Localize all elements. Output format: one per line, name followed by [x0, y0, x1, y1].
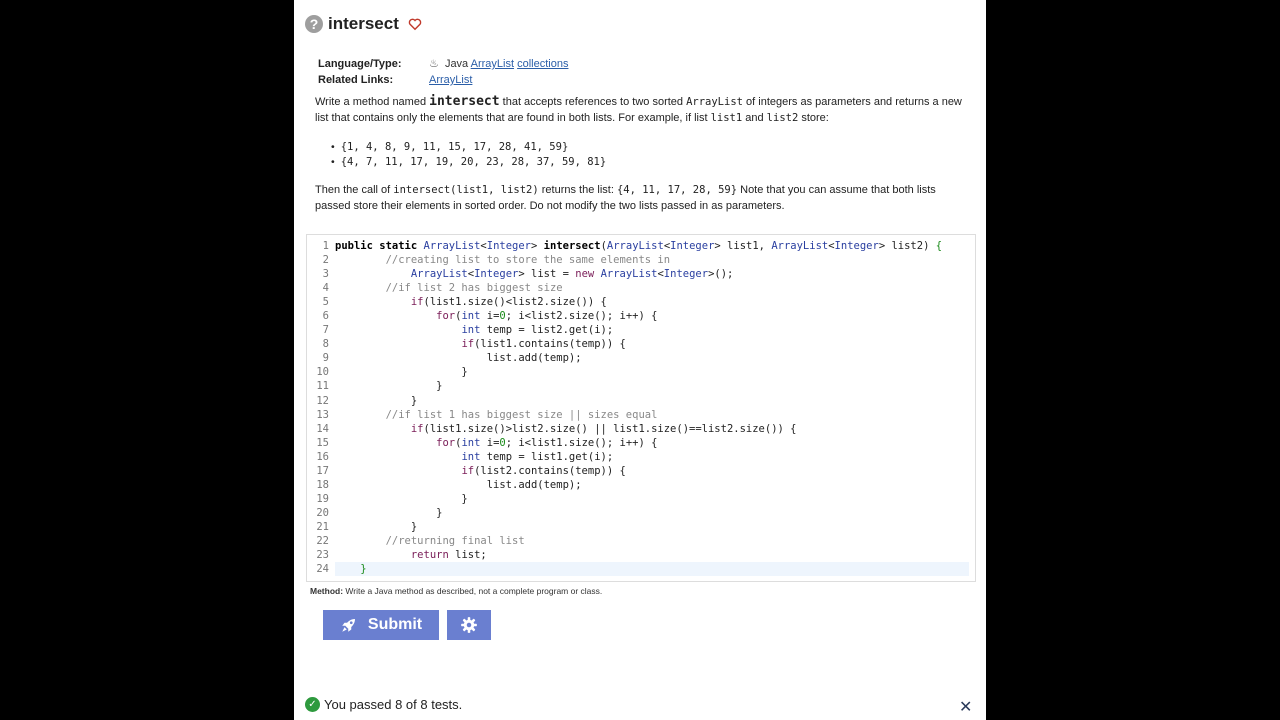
related-label: Related Links:: [318, 74, 394, 86]
submit-button[interactable]: Submit: [323, 610, 439, 640]
settings-button[interactable]: [447, 610, 491, 640]
line-number: 15: [316, 436, 329, 449]
code-editor[interactable]: 1 2 3 4 5 6 7 8 9 10 11 12 13 14 15 16 17 18 19 20 21 22 23 24 …: [306, 234, 976, 582]
list-item: {4, 7, 11, 17, 19, 20, 23, 28, 37, 59, 8…: [331, 155, 607, 170]
related-link-arraylist[interactable]: ArrayList: [429, 74, 472, 86]
result-text: You passed 8 of 8 tests.: [324, 697, 463, 712]
description-paragraph-2: Then the call of intersect(list1, list2)…: [315, 184, 936, 212]
code-area[interactable]: public static ArrayList<Integer> interse…: [335, 239, 969, 577]
page-title: intersect: [328, 14, 399, 33]
line-number: 17: [316, 464, 329, 477]
help-icon[interactable]: ?: [305, 15, 323, 33]
line-number: 21: [316, 520, 329, 533]
line-number: 13: [316, 408, 329, 421]
line-number: 22: [316, 534, 329, 547]
line-number: 23: [316, 549, 329, 562]
line-number: 10: [316, 366, 329, 379]
language-value: Java: [444, 58, 469, 70]
check-icon: ✓: [305, 697, 320, 712]
java-icon: ♨: [429, 58, 439, 70]
type-link-arraylist[interactable]: ArrayList: [471, 58, 514, 70]
line-number: 19: [316, 492, 329, 505]
line-number: 4: [322, 282, 329, 295]
language-label: Language/Type:: [318, 58, 402, 70]
method-note-text: Write a Java method as described, not a …: [343, 586, 603, 596]
method-name: intersect: [429, 94, 500, 109]
line-number: 2: [322, 254, 329, 267]
line-number: 12: [316, 394, 329, 407]
line-number: 11: [316, 380, 329, 393]
submit-label: Submit: [367, 616, 423, 633]
method-note: Method: Write a Java method as described…: [310, 586, 602, 596]
problem-meta: Language/Type: ♨ Java ArrayList collecti…: [318, 56, 568, 88]
method-note-label: Method:: [310, 586, 344, 596]
type-link-collections[interactable]: collections: [517, 58, 568, 70]
heart-icon[interactable]: [408, 17, 422, 31]
rocket-icon: [342, 619, 355, 632]
line-number-gutter: 1 2 3 4 5 6 7 8 9 10 11 12 13 14 15 16 17 18 19 20 21 22 23 24: [307, 239, 329, 576]
line-number: 5: [322, 296, 329, 309]
line-number: 8: [322, 338, 329, 351]
line-number: 16: [316, 450, 329, 463]
problem-panel: ? intersect Language/Type: ♨ Java ArrayL…: [294, 0, 986, 720]
line-number: 7: [322, 324, 329, 337]
gear-icon: [461, 617, 477, 633]
close-icon[interactable]: ✕: [959, 697, 972, 716]
line-number: 20: [316, 506, 329, 519]
description-paragraph-1: Write a method named intersect that acce…: [315, 94, 962, 124]
test-result: ✓ You passed 8 of 8 tests.: [305, 697, 462, 712]
line-number: 3: [322, 268, 329, 281]
title-row: ? intersect: [305, 12, 399, 36]
list-item: {1, 4, 8, 9, 11, 15, 17, 28, 41, 59}: [331, 140, 606, 155]
line-number: 6: [322, 310, 329, 323]
line-number: 9: [322, 352, 329, 365]
line-number: 1: [322, 240, 329, 252]
line-number: 24: [316, 563, 329, 576]
example-lists: {1, 4, 8, 9, 11, 15, 17, 28, 41, 59} {4,…: [331, 140, 607, 170]
line-number: 14: [316, 422, 329, 435]
line-number: 18: [316, 478, 329, 491]
